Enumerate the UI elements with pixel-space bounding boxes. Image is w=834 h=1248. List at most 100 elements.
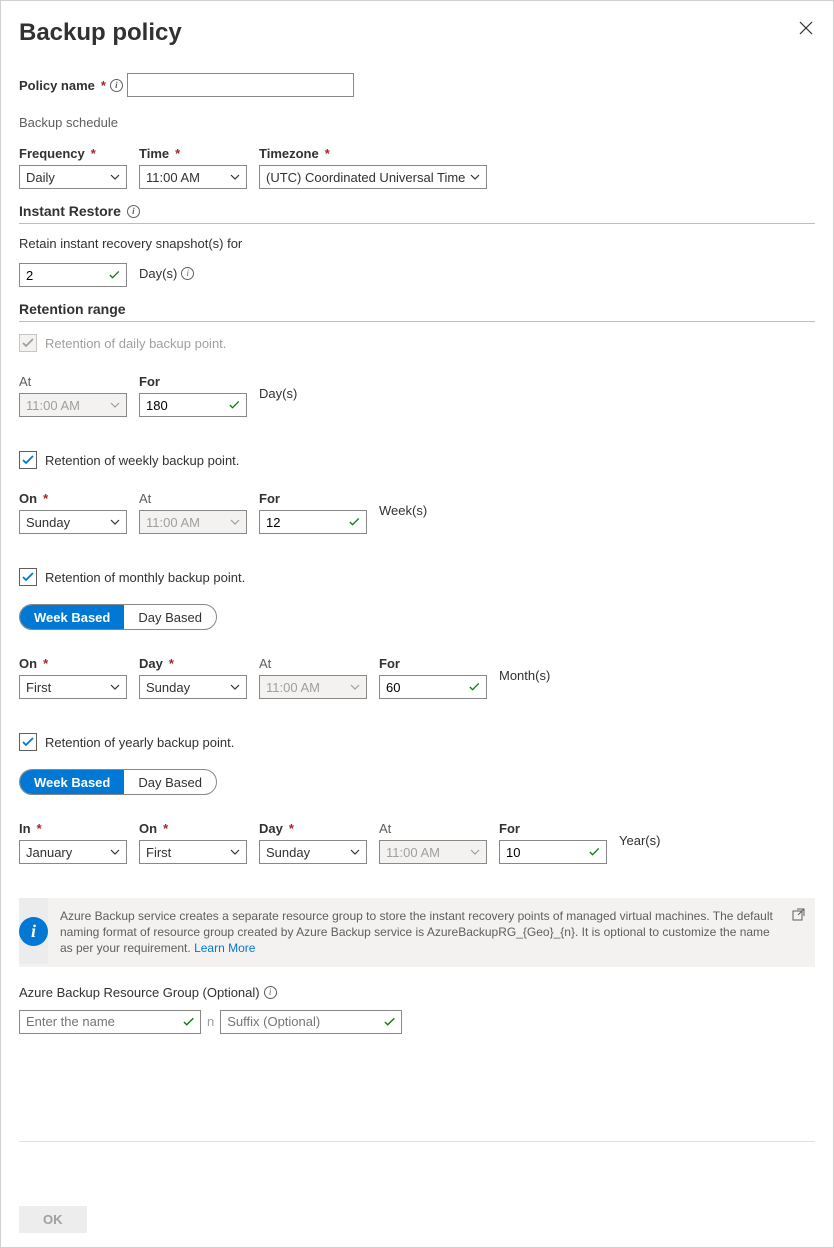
check-icon: [183, 1016, 194, 1028]
rg-suffix-input[interactable]: [227, 1014, 384, 1029]
yearly-for-input[interactable]: [499, 840, 607, 864]
check-icon: [349, 516, 360, 528]
chevron-down-icon: [110, 400, 120, 410]
weekly-for-input[interactable]: [259, 510, 367, 534]
daily-at-label: At: [19, 374, 127, 389]
chevron-down-icon: [230, 847, 240, 857]
weekly-for-label: For: [259, 491, 367, 506]
monthly-retention-checkbox[interactable]: [19, 568, 37, 586]
monthly-at-label: At: [259, 656, 367, 671]
chevron-down-icon: [230, 517, 240, 527]
close-button[interactable]: [797, 19, 815, 40]
daily-retention-checkbox: [19, 334, 37, 352]
check-icon: [589, 846, 600, 858]
daily-for-label: For: [139, 374, 247, 389]
chevron-down-icon: [110, 517, 120, 527]
backup-policy-panel: Backup policy Policy name* i Backup sche…: [0, 0, 834, 1248]
monthly-for-input[interactable]: [379, 675, 487, 699]
yearly-day-label: Day*: [259, 821, 367, 836]
yearly-at-label: At: [379, 821, 487, 836]
yearly-retention-label: Retention of yearly backup point.: [45, 735, 234, 750]
info-badge: i: [19, 898, 48, 964]
check-icon: [384, 1016, 395, 1028]
check-icon: [22, 337, 34, 349]
monthly-on-label: On*: [19, 656, 127, 671]
monthly-week-based-pill[interactable]: Week Based: [20, 605, 124, 629]
monthly-retention-label: Retention of monthly backup point.: [45, 570, 245, 585]
timezone-label: Timezone*: [259, 146, 487, 161]
yearly-for-label: For: [499, 821, 607, 836]
chevron-down-icon: [110, 847, 120, 857]
monthly-day-label: Day*: [139, 656, 247, 671]
rg-name-input[interactable]: [26, 1014, 183, 1029]
yearly-at-select: 11:00 AM: [379, 840, 487, 864]
yearly-unit: Year(s): [619, 833, 660, 852]
ok-button[interactable]: OK: [19, 1206, 87, 1233]
monthly-unit: Month(s): [499, 668, 550, 687]
close-icon: [799, 21, 813, 35]
backup-schedule-heading: Backup schedule: [19, 115, 118, 130]
chevron-down-icon: [110, 172, 120, 182]
monthly-day-based-pill[interactable]: Day Based: [124, 605, 216, 629]
monthly-for-label: For: [379, 656, 487, 671]
snapshot-days-input[interactable]: [19, 263, 127, 287]
weekly-at-label: At: [139, 491, 247, 506]
info-box: i Azure Backup service creates a separat…: [19, 898, 815, 967]
weekly-on-select[interactable]: Sunday: [19, 510, 127, 534]
yearly-on-label: On*: [139, 821, 247, 836]
weekly-retention-label: Retention of weekly backup point.: [45, 453, 239, 468]
time-label: Time*: [139, 146, 247, 161]
daily-at-select: 11:00 AM: [19, 393, 127, 417]
rg-suffix-input-wrap[interactable]: [220, 1010, 402, 1034]
info-icon[interactable]: i: [110, 79, 123, 92]
info-icon[interactable]: i: [181, 267, 194, 280]
time-select[interactable]: 11:00 AM: [139, 165, 247, 189]
timezone-select[interactable]: (UTC) Coordinated Universal Time: [259, 165, 487, 189]
info-icon[interactable]: i: [127, 205, 140, 218]
yearly-in-select[interactable]: January: [19, 840, 127, 864]
chevron-down-icon: [350, 847, 360, 857]
chevron-down-icon: [470, 847, 480, 857]
monthly-day-select[interactable]: Sunday: [139, 675, 247, 699]
yearly-day-based-pill[interactable]: Day Based: [124, 770, 216, 794]
monthly-on-select[interactable]: First: [19, 675, 127, 699]
check-icon: [22, 454, 34, 466]
learn-more-link[interactable]: Learn More: [194, 941, 255, 955]
weekly-retention-checkbox[interactable]: [19, 451, 37, 469]
check-icon: [469, 681, 480, 693]
yearly-week-based-pill[interactable]: Week Based: [20, 770, 124, 794]
info-icon: i: [19, 917, 48, 946]
chevron-down-icon: [230, 172, 240, 182]
policy-name-input[interactable]: [127, 73, 354, 97]
yearly-day-select[interactable]: Sunday: [259, 840, 367, 864]
snapshot-days-unit: Day(s): [139, 266, 177, 281]
page-title: Backup policy: [19, 19, 182, 47]
external-link-icon[interactable]: [792, 908, 805, 924]
retain-snapshot-label: Retain instant recovery snapshot(s) for: [19, 236, 815, 251]
yearly-in-label: In*: [19, 821, 127, 836]
weekly-on-label: On*: [19, 491, 127, 506]
check-icon: [22, 571, 34, 583]
chevron-down-icon: [230, 682, 240, 692]
frequency-select[interactable]: Daily: [19, 165, 127, 189]
weekly-at-select: 11:00 AM: [139, 510, 247, 534]
chevron-down-icon: [110, 682, 120, 692]
weekly-unit: Week(s): [379, 503, 427, 522]
yearly-retention-checkbox[interactable]: [19, 733, 37, 751]
check-icon: [229, 399, 240, 411]
daily-for-input[interactable]: [139, 393, 247, 417]
yearly-basis-toggle[interactable]: Week Based Day Based: [19, 769, 217, 795]
chevron-down-icon: [350, 682, 360, 692]
check-icon: [109, 269, 120, 281]
daily-unit: Day(s): [259, 386, 297, 405]
info-text: Azure Backup service creates a separate …: [60, 898, 815, 967]
rg-name-input-wrap[interactable]: [19, 1010, 201, 1034]
instant-restore-title: Instant Restore i: [19, 203, 815, 219]
info-icon[interactable]: i: [264, 986, 277, 999]
rg-label: Azure Backup Resource Group (Optional) i: [19, 985, 277, 1000]
chevron-down-icon: [470, 172, 480, 182]
yearly-on-select[interactable]: First: [139, 840, 247, 864]
monthly-basis-toggle[interactable]: Week Based Day Based: [19, 604, 217, 630]
check-icon: [22, 736, 34, 748]
monthly-at-select: 11:00 AM: [259, 675, 367, 699]
